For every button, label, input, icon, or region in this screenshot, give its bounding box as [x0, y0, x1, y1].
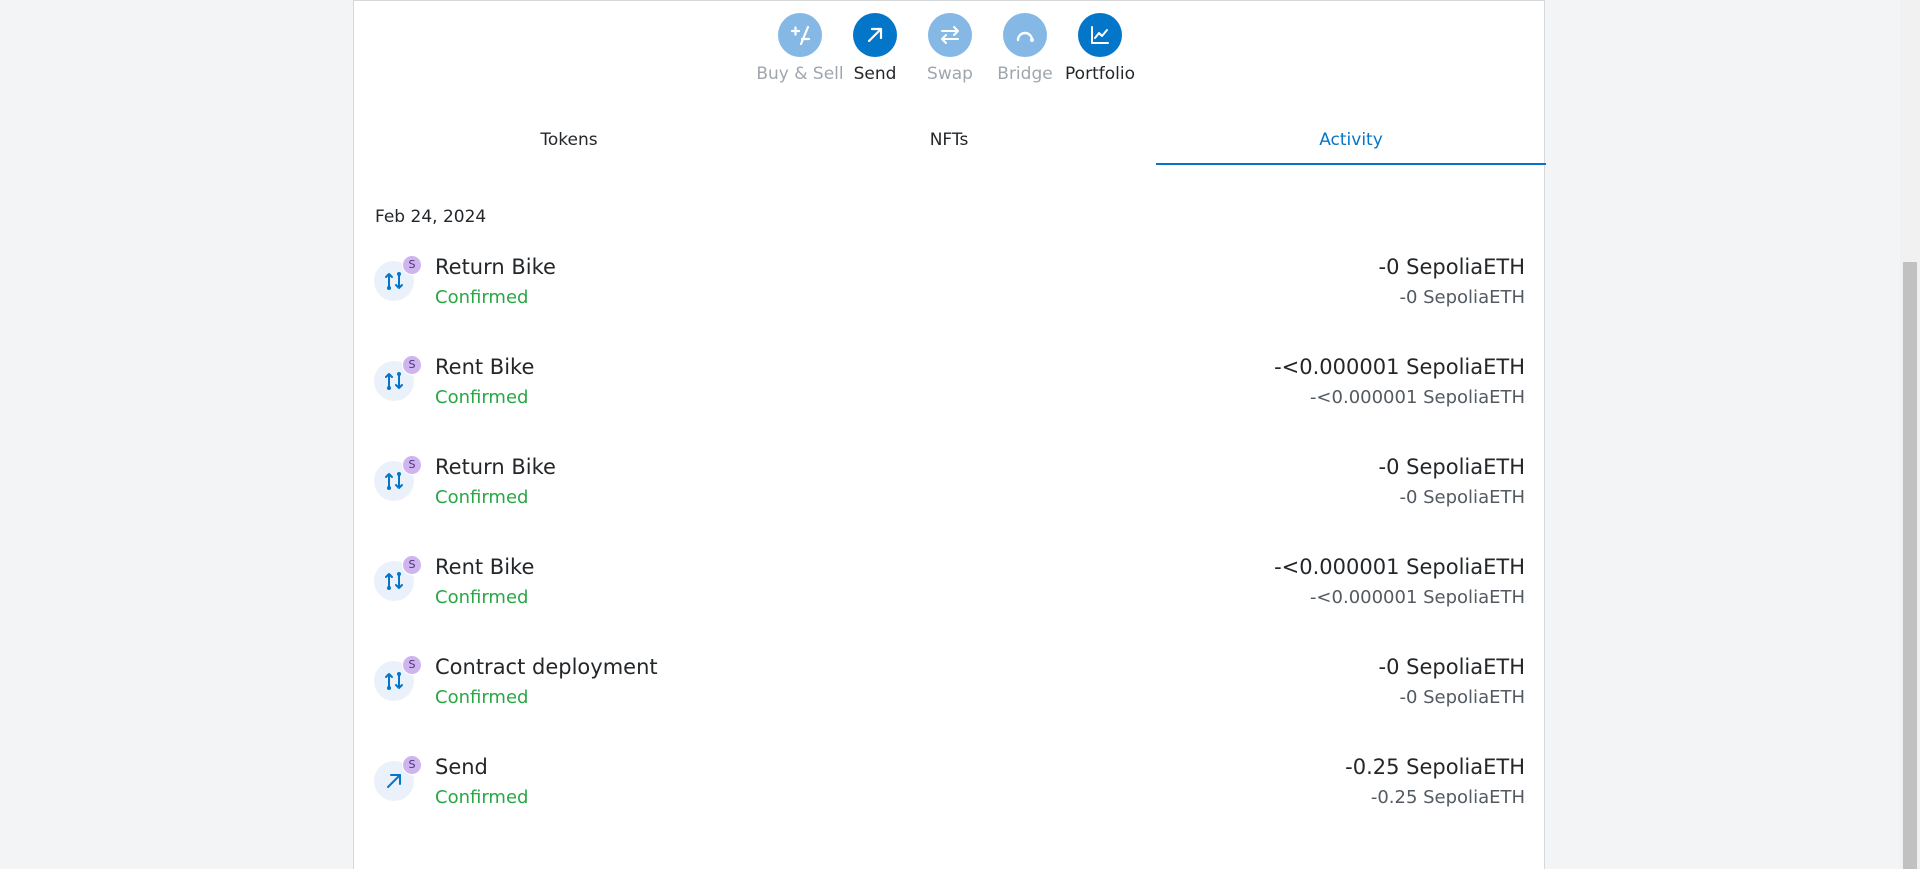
arrow-up-right-icon	[853, 13, 897, 57]
swap-arrows-icon	[928, 13, 972, 57]
transaction-row[interactable]: S Return Bike Confirmed -0 SepoliaETH -0…	[374, 255, 1525, 321]
transaction-status: Confirmed	[435, 587, 529, 608]
transaction-secondary-amount: -0.25 SepoliaETH	[1370, 787, 1525, 808]
transaction-amount: -<0.000001 SepoliaETH	[1274, 555, 1525, 579]
transaction-amount: -0.25 SepoliaETH	[1345, 755, 1525, 779]
transaction-secondary-amount: -0 SepoliaETH	[1399, 287, 1525, 308]
transaction-row[interactable]: S Rent Bike Confirmed -<0.000001 Sepolia…	[374, 355, 1525, 421]
transaction-row[interactable]: S Rent Bike Confirmed -<0.000001 Sepolia…	[374, 555, 1525, 621]
network-badge: S	[402, 755, 422, 775]
portfolio-button[interactable]: Portfolio	[1055, 13, 1145, 84]
contract-interaction-icon: S	[374, 555, 422, 601]
action-bar: Buy & Sell Send Swap Bridge Portfolio	[354, 1, 1544, 101]
plus-minus-icon	[778, 13, 822, 57]
transaction-amount: -<0.000001 SepoliaETH	[1274, 355, 1525, 379]
page-scrollbar[interactable]	[1900, 0, 1920, 869]
transaction-row[interactable]: S Contract deployment Confirmed -0 Sepol…	[374, 655, 1525, 721]
transaction-secondary-amount: -<0.000001 SepoliaETH	[1309, 387, 1525, 408]
transaction-title: Return Bike	[435, 255, 556, 279]
transaction-amount: -0 SepoliaETH	[1378, 655, 1525, 679]
tab-tokens[interactable]: Tokens	[374, 125, 764, 163]
transaction-secondary-amount: -0 SepoliaETH	[1399, 687, 1525, 708]
transaction-title: Contract deployment	[435, 655, 658, 679]
bridge-icon	[1003, 13, 1047, 57]
tab-activity[interactable]: Activity	[1156, 125, 1546, 165]
transaction-amount: -0 SepoliaETH	[1378, 255, 1525, 279]
send-arrow-icon: S	[374, 755, 422, 801]
scrollbar-thumb[interactable]	[1903, 262, 1917, 869]
transaction-title: Send	[435, 755, 488, 779]
contract-interaction-icon: S	[374, 655, 422, 701]
transaction-title: Return Bike	[435, 455, 556, 479]
contract-interaction-icon: S	[374, 255, 422, 301]
transaction-row[interactable]: S Return Bike Confirmed -0 SepoliaETH -0…	[374, 455, 1525, 521]
chart-icon	[1078, 13, 1122, 57]
transaction-title: Rent Bike	[435, 355, 535, 379]
activity-date-header: Feb 24, 2024	[375, 207, 487, 227]
network-badge: S	[402, 255, 422, 275]
tab-nfts[interactable]: NFTs	[754, 125, 1144, 163]
contract-interaction-icon: S	[374, 355, 422, 401]
transaction-status: Confirmed	[435, 787, 529, 808]
network-badge: S	[402, 555, 422, 575]
network-badge: S	[402, 455, 422, 475]
contract-interaction-icon: S	[374, 455, 422, 501]
transaction-title: Rent Bike	[435, 555, 535, 579]
transaction-amount: -0 SepoliaETH	[1378, 455, 1525, 479]
wallet-panel: Buy & Sell Send Swap Bridge Portfolio To…	[353, 0, 1546, 869]
transaction-secondary-amount: -0 SepoliaETH	[1399, 487, 1525, 508]
tab-bar: Tokens NFTs Activity	[374, 125, 1546, 165]
transaction-status: Confirmed	[435, 387, 529, 408]
transaction-row[interactable]: S Send Confirmed -0.25 SepoliaETH -0.25 …	[374, 755, 1525, 821]
transaction-status: Confirmed	[435, 487, 529, 508]
network-badge: S	[402, 355, 422, 375]
network-badge: S	[402, 655, 422, 675]
transaction-status: Confirmed	[435, 287, 529, 308]
transaction-status: Confirmed	[435, 687, 529, 708]
portfolio-label: Portfolio	[1065, 64, 1135, 84]
transaction-secondary-amount: -<0.000001 SepoliaETH	[1309, 587, 1525, 608]
